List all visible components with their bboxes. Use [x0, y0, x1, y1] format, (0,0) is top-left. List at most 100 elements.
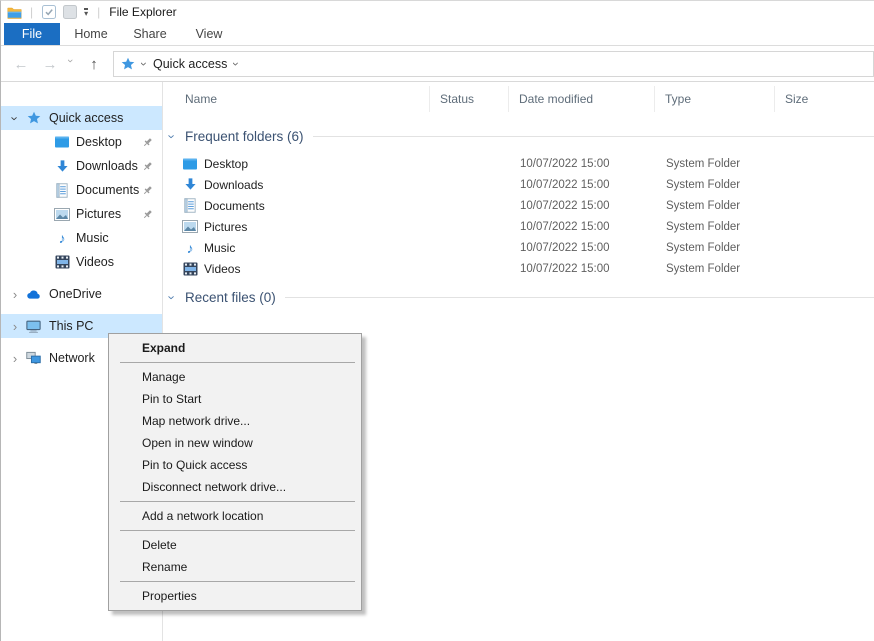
- back-icon[interactable]: ←: [12, 57, 30, 72]
- sidebar-item-downloads[interactable]: Downloads: [1, 154, 162, 178]
- group-header-frequent-folders[interactable]: › Frequent folders (6): [163, 126, 874, 146]
- ribbon-tabstrip: File Home Share View: [1, 23, 874, 46]
- file-date-modified: 10/07/2022 15:00: [509, 200, 655, 212]
- documents-icon: [54, 182, 70, 198]
- file-name: Videos: [204, 262, 240, 276]
- sidebar-item-desktop[interactable]: Desktop: [1, 130, 162, 154]
- qat-new-folder-button[interactable]: [62, 5, 77, 20]
- desktop-icon: [182, 156, 198, 172]
- sidebar-item-videos[interactable]: Videos: [1, 250, 162, 274]
- file-date-modified: 10/07/2022 15:00: [509, 221, 655, 233]
- sidebar-item-label: Videos: [76, 255, 114, 269]
- navigation-bar: ← → › ↑ › Quick access ›: [1, 47, 874, 82]
- column-header-size[interactable]: Size: [775, 86, 857, 112]
- sidebar-item-label: Desktop: [76, 135, 122, 149]
- menu-item-delete[interactable]: Delete: [109, 534, 361, 556]
- breadcrumb-chevron-icon[interactable]: ›: [229, 62, 243, 66]
- tab-home[interactable]: Home: [63, 23, 119, 45]
- pin-icon: [142, 209, 153, 220]
- sidebar-item-label: This PC: [49, 319, 93, 333]
- column-header-row: Name Status Date modified Type Size: [163, 82, 874, 116]
- frequent-folders-list: Desktop 10/07/2022 15:00 System Folder D…: [163, 153, 874, 279]
- file-name: Pictures: [204, 220, 247, 234]
- music-icon: ♪: [54, 230, 70, 246]
- menu-item-map-network-drive[interactable]: Map network drive...: [109, 410, 361, 432]
- chevron-down-icon[interactable]: ›: [165, 129, 180, 143]
- file-type: System Folder: [655, 221, 775, 233]
- recent-locations-dropdown-icon[interactable]: ›: [64, 59, 76, 69]
- chevron-right-icon[interactable]: ›: [9, 287, 21, 302]
- breadcrumb-chevron-icon: ›: [137, 62, 151, 66]
- file-date-modified: 10/07/2022 15:00: [509, 179, 655, 191]
- qat-customize-dropdown[interactable]: ▾: [84, 8, 88, 17]
- column-header-name[interactable]: Name: [163, 86, 430, 112]
- file-name: Documents: [204, 199, 265, 213]
- file-type: System Folder: [655, 158, 775, 170]
- file-row-music[interactable]: ♪ Music 10/07/2022 15:00 System Folder: [163, 237, 874, 258]
- file-row-desktop[interactable]: Desktop 10/07/2022 15:00 System Folder: [163, 153, 874, 174]
- sidebar-item-label: Downloads: [76, 159, 138, 173]
- qat-properties-button[interactable]: [41, 5, 56, 20]
- breadcrumb-location[interactable]: Quick access: [153, 57, 227, 71]
- forward-icon[interactable]: →: [41, 57, 59, 72]
- desktop-icon: [54, 134, 70, 150]
- videos-icon: [54, 254, 70, 270]
- column-header-status[interactable]: Status: [430, 86, 509, 112]
- file-row-pictures[interactable]: Pictures 10/07/2022 15:00 System Folder: [163, 216, 874, 237]
- tab-share[interactable]: Share: [122, 23, 178, 45]
- file-row-videos[interactable]: Videos 10/07/2022 15:00 System Folder: [163, 258, 874, 279]
- chevron-down-icon[interactable]: ›: [8, 112, 23, 124]
- tab-file[interactable]: File: [4, 23, 60, 45]
- menu-item-pin-to-quick-access[interactable]: Pin to Quick access: [109, 454, 361, 476]
- address-bar[interactable]: › Quick access ›: [113, 51, 874, 77]
- window-title: File Explorer: [109, 5, 176, 19]
- onedrive-cloud-icon: [26, 286, 41, 302]
- chevron-down-icon[interactable]: ›: [165, 290, 180, 304]
- sidebar-item-label: Music: [76, 231, 109, 245]
- pin-icon: [142, 137, 153, 148]
- menu-separator: [120, 362, 355, 363]
- downloads-icon: [54, 158, 70, 174]
- menu-item-manage[interactable]: Manage: [109, 366, 361, 388]
- file-row-downloads[interactable]: Downloads 10/07/2022 15:00 System Folder: [163, 174, 874, 195]
- title-bar: | ▾ | File Explorer: [1, 1, 874, 23]
- file-type: System Folder: [655, 179, 775, 191]
- menu-separator: [120, 501, 355, 502]
- file-explorer-window: | ▾ | File Explorer File Home Share View…: [0, 0, 874, 641]
- sidebar-item-quick-access[interactable]: › Quick access: [1, 106, 162, 130]
- menu-item-rename[interactable]: Rename: [109, 556, 361, 578]
- chevron-right-icon[interactable]: ›: [9, 351, 21, 366]
- file-date-modified: 10/07/2022 15:00: [509, 263, 655, 275]
- file-row-documents[interactable]: Documents 10/07/2022 15:00 System Folder: [163, 195, 874, 216]
- file-type: System Folder: [655, 263, 775, 275]
- network-icon: [26, 350, 41, 366]
- tab-view[interactable]: View: [181, 23, 237, 45]
- sidebar-item-music[interactable]: ♪ Music: [1, 226, 162, 250]
- chevron-right-icon[interactable]: ›: [9, 319, 21, 334]
- column-header-type[interactable]: Type: [655, 86, 775, 112]
- column-header-date-modified[interactable]: Date modified: [509, 86, 655, 112]
- sidebar-item-label: Quick access: [49, 111, 123, 125]
- menu-item-properties[interactable]: Properties: [109, 585, 361, 607]
- sidebar-item-pictures[interactable]: Pictures: [1, 202, 162, 226]
- menu-separator: [120, 530, 355, 531]
- up-icon[interactable]: ↑: [85, 57, 103, 72]
- pictures-icon: [54, 206, 70, 222]
- quick-access-star-icon: [121, 57, 135, 71]
- this-pc-context-menu: Expand Manage Pin to Start Map network d…: [108, 333, 362, 611]
- menu-item-open-in-new-window[interactable]: Open in new window: [109, 432, 361, 454]
- menu-item-expand[interactable]: Expand: [109, 337, 361, 359]
- documents-icon: [182, 198, 198, 214]
- sidebar-item-onedrive[interactable]: › OneDrive: [1, 282, 162, 306]
- sidebar-item-label: Network: [49, 351, 95, 365]
- sidebar-item-documents[interactable]: Documents: [1, 178, 162, 202]
- separator: |: [30, 5, 33, 19]
- file-name: Downloads: [204, 178, 263, 192]
- menu-item-add-a-network-location[interactable]: Add a network location: [109, 505, 361, 527]
- group-header-recent-files[interactable]: › Recent files (0): [163, 287, 874, 307]
- file-date-modified: 10/07/2022 15:00: [509, 242, 655, 254]
- group-header-rule: [313, 136, 874, 137]
- file-explorer-app-icon: [7, 5, 22, 20]
- menu-item-disconnect-network-drive[interactable]: Disconnect network drive...: [109, 476, 361, 498]
- menu-item-pin-to-start[interactable]: Pin to Start: [109, 388, 361, 410]
